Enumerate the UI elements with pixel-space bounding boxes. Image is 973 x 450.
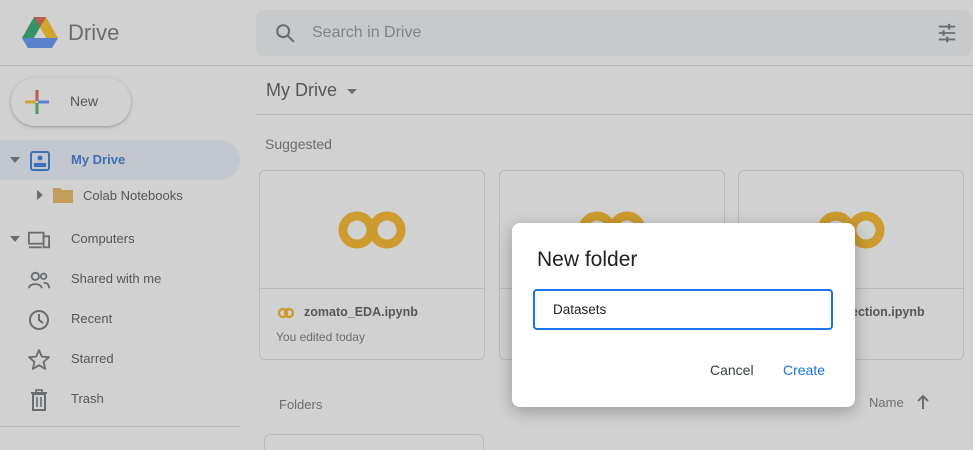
cancel-button[interactable]: Cancel [710,362,754,378]
folder-name-input[interactable] [533,289,833,330]
dialog-title: New folder [537,248,638,271]
new-folder-dialog: New folder Cancel Create [512,223,855,407]
create-button[interactable]: Create [783,362,825,378]
